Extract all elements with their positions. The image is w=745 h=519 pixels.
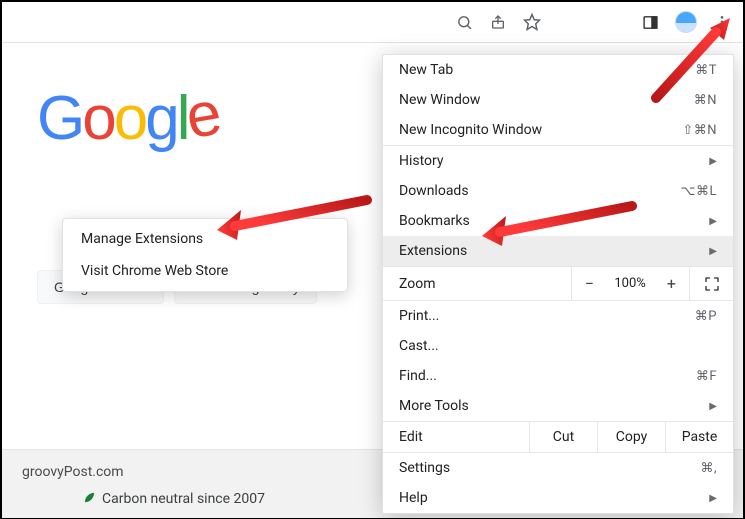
chevron-right-icon: ▶ (709, 493, 717, 504)
zoom-out-button[interactable]: − (571, 267, 607, 300)
menu-label: Settings (399, 460, 450, 476)
menu-find[interactable]: Find... ⌘F (383, 361, 733, 391)
menu-bookmarks[interactable]: Bookmarks ▶ (383, 206, 733, 236)
menu-shortcut: ⌘N (694, 93, 717, 108)
menu-history[interactable]: History ▶ (383, 146, 733, 176)
menu-label: Extensions (399, 243, 467, 259)
visit-webstore-item[interactable]: Visit Chrome Web Store (63, 255, 347, 287)
kebab-menu-icon[interactable] (713, 13, 731, 31)
menu-incognito[interactable]: New Incognito Window ⇧⌘N (383, 115, 733, 145)
edit-paste-button[interactable]: Paste (665, 422, 733, 452)
menu-shortcut: ⌥⌘L (681, 184, 717, 199)
menu-label: More Tools (399, 398, 469, 414)
menu-shortcut: ⌘F (696, 369, 717, 384)
menu-edit-row: Edit Cut Copy Paste (383, 421, 733, 452)
menu-label: New Tab (399, 62, 453, 78)
menu-help[interactable]: Help ▶ (383, 483, 733, 513)
chevron-right-icon: ▶ (709, 216, 717, 227)
extensions-submenu: Manage Extensions Visit Chrome Web Store (62, 218, 348, 292)
menu-shortcut: ⇧⌘N (682, 123, 717, 138)
side-panel-icon[interactable] (641, 13, 659, 31)
menu-label: Print... (399, 308, 439, 324)
menu-label: Find... (399, 368, 437, 384)
menu-label: Cast... (399, 338, 439, 354)
share-icon[interactable] (489, 13, 507, 31)
zoom-label: Zoom (383, 267, 571, 300)
menu-shortcut: ⌘P (695, 309, 717, 324)
leaf-icon (82, 490, 96, 508)
manage-extensions-item[interactable]: Manage Extensions (63, 223, 347, 255)
menu-extensions[interactable]: Extensions ▶ (383, 236, 733, 266)
menu-print[interactable]: Print... ⌘P (383, 300, 733, 331)
edit-copy-button[interactable]: Copy (597, 422, 665, 452)
star-icon[interactable] (523, 13, 541, 31)
menu-shortcut: ⌘, (700, 461, 717, 476)
menu-label: New Incognito Window (399, 122, 542, 138)
browser-toolbar (2, 2, 743, 43)
chevron-right-icon: ▶ (709, 246, 717, 257)
menu-new-window[interactable]: New Window ⌘N (383, 85, 733, 115)
menu-shortcut: ⌘T (695, 63, 717, 78)
zoom-in-button[interactable]: + (654, 267, 689, 300)
menu-label: Bookmarks (399, 213, 470, 229)
fullscreen-button[interactable] (689, 267, 733, 300)
menu-label: History (399, 153, 444, 169)
zoom-value: 100% (607, 267, 654, 300)
menu-label: Downloads (399, 183, 469, 199)
search-icon[interactable] (455, 13, 473, 31)
menu-more-tools[interactable]: More Tools ▶ (383, 391, 733, 421)
edit-cut-button[interactable]: Cut (529, 422, 597, 452)
chrome-main-menu: New Tab ⌘T New Window ⌘N New Incognito W… (382, 54, 734, 514)
carbon-neutral-label: Carbon neutral since 2007 (102, 491, 265, 507)
menu-zoom-row: Zoom − 100% + (383, 266, 733, 300)
toolbar-spacer (557, 10, 625, 34)
menu-downloads[interactable]: Downloads ⌥⌘L (383, 176, 733, 206)
menu-label: New Window (399, 92, 480, 108)
chevron-right-icon: ▶ (709, 401, 717, 412)
profile-avatar[interactable] (675, 11, 697, 33)
menu-label: Help (399, 490, 428, 506)
edit-label: Edit (383, 422, 529, 452)
menu-cast[interactable]: Cast... (383, 331, 733, 361)
menu-settings[interactable]: Settings ⌘, (383, 452, 733, 483)
chevron-right-icon: ▶ (709, 156, 717, 167)
menu-new-tab[interactable]: New Tab ⌘T (383, 55, 733, 85)
